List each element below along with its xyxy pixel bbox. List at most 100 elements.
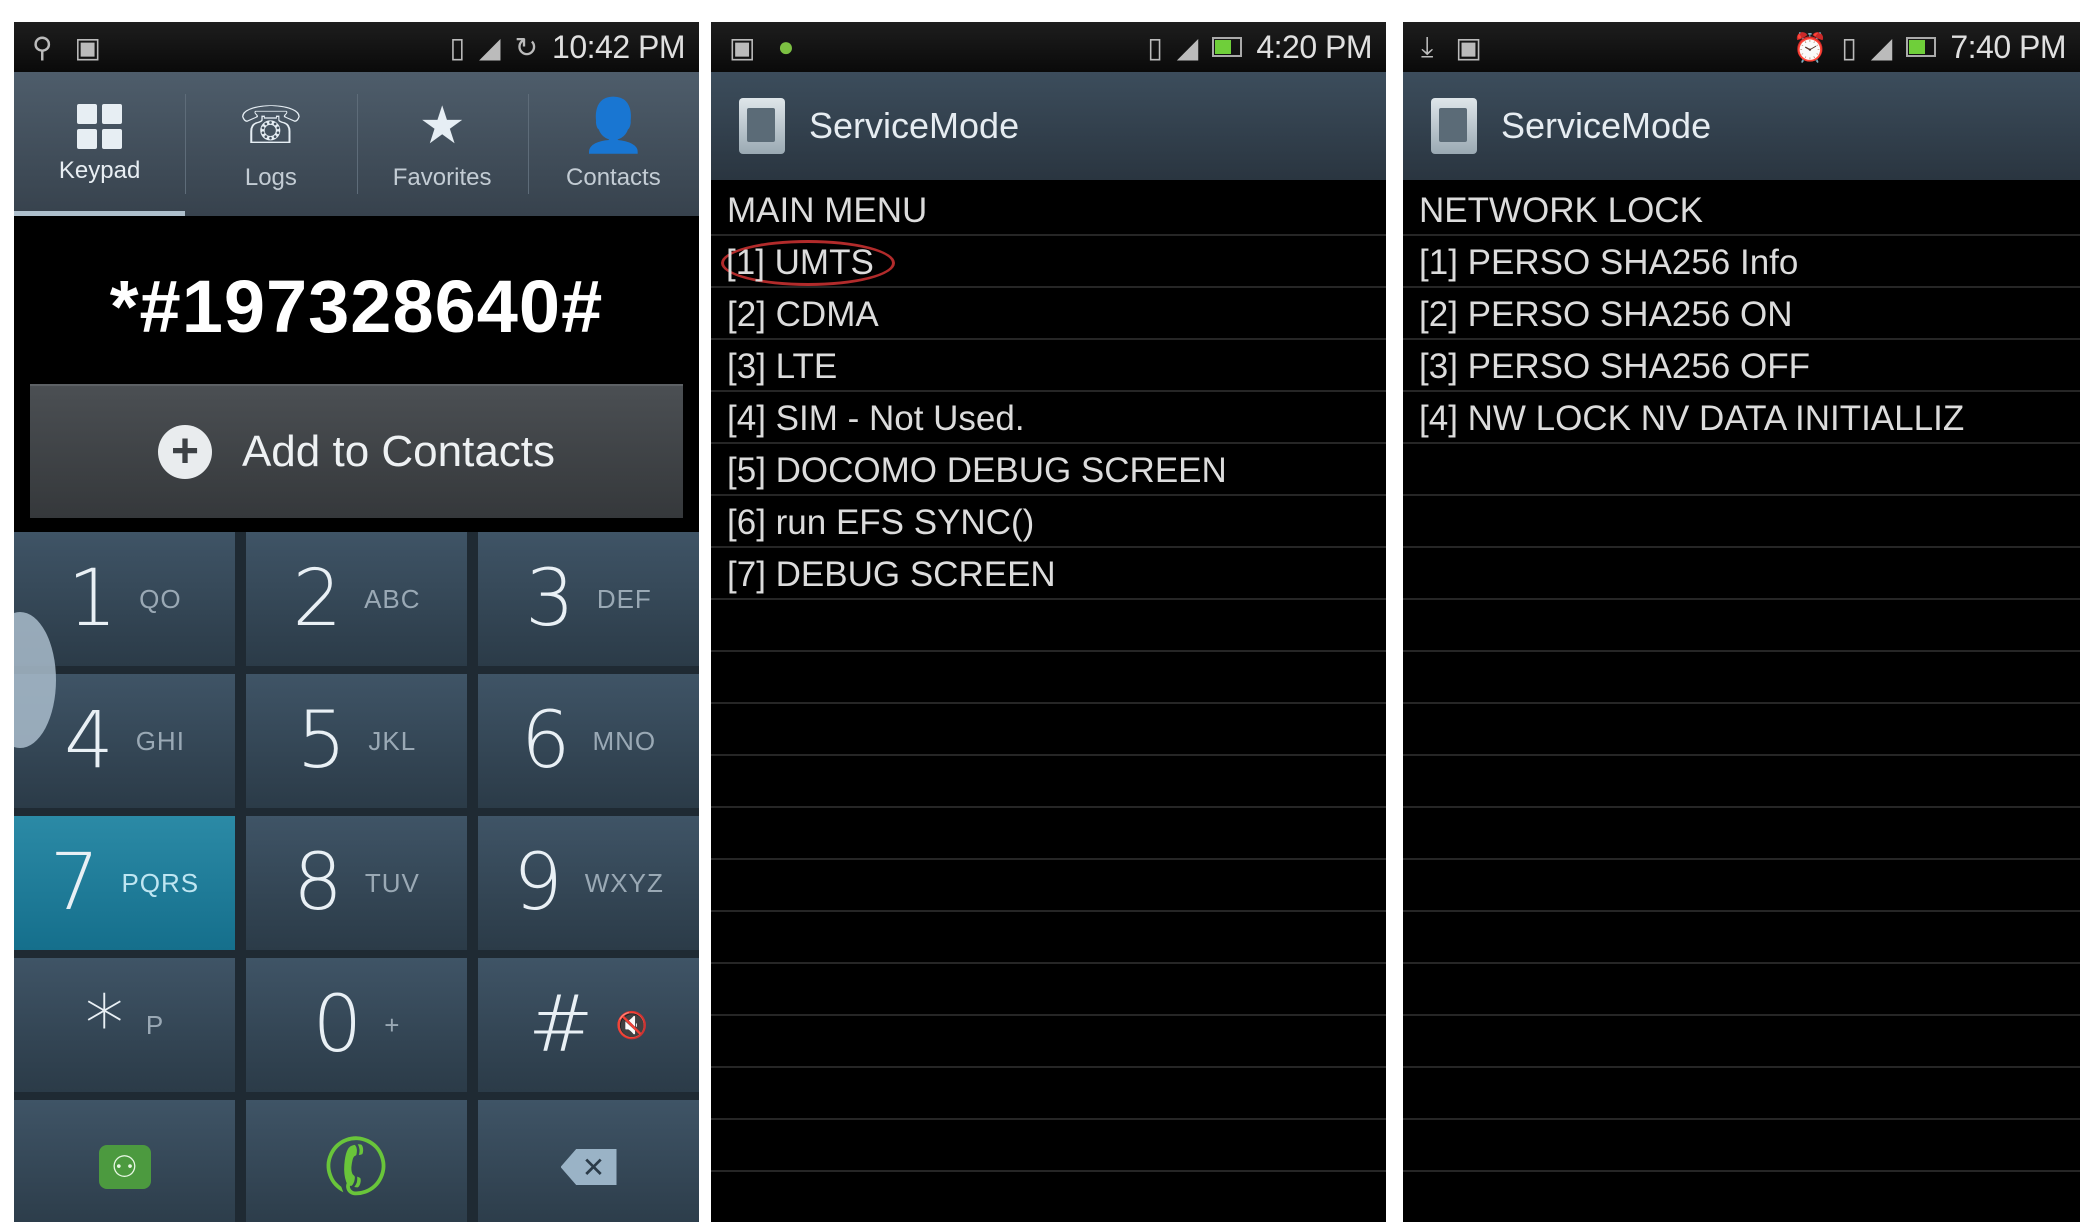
empty-row: [1403, 756, 2080, 808]
menu-item-perso-on[interactable]: [2] PERSO SHA256 ON: [1403, 288, 2080, 340]
vibrate-icon: ▯: [449, 31, 466, 63]
menu-item-lte[interactable]: [3] LTE: [711, 340, 1386, 392]
menu-header: MAIN MENU: [711, 184, 1386, 236]
vibrate-icon: ▯: [1147, 31, 1163, 63]
empty-row: [711, 912, 1386, 964]
battery-icon: [1212, 37, 1243, 57]
key-digit: #: [528, 980, 594, 1070]
empty-row: [1403, 652, 2080, 704]
service-mode-app-icon: [1431, 98, 1477, 154]
menu-item-umts[interactable]: [1] UMTS: [711, 236, 1386, 288]
menu-item-perso-info[interactable]: [1] PERSO SHA256 Info: [1403, 236, 2080, 288]
signal-icon: ◢: [479, 31, 501, 63]
person-icon: 👤: [581, 97, 646, 155]
status-time: 7:40 PM: [1950, 28, 2066, 65]
key-digit: 8: [293, 838, 343, 928]
menu-list: NETWORK LOCK [1] PERSO SHA256 Info [2] P…: [1403, 184, 2080, 1222]
empty-row: [1403, 808, 2080, 860]
key-digit: 4: [64, 696, 114, 786]
signal-icon: ◢: [1176, 31, 1199, 63]
empty-row: [1403, 548, 2080, 600]
key-letters: DEF: [596, 583, 652, 614]
empty-row: [711, 756, 1386, 808]
key-digit: *: [84, 980, 124, 1070]
empty-row: [711, 808, 1386, 860]
key-hash[interactable]: # 🔇: [478, 958, 699, 1092]
tab-logs[interactable]: ☏ Logs: [185, 72, 356, 216]
download-icon: ⤓: [1421, 30, 1434, 62]
key-3[interactable]: 3 DEF: [478, 532, 699, 666]
menu-item-sim[interactable]: [4] SIM - Not Used.: [711, 392, 1386, 444]
menu-item-docomo-debug[interactable]: [5] DOCOMO DEBUG SCREEN: [711, 444, 1386, 496]
menu-item-cdma[interactable]: [2] CDMA: [711, 288, 1386, 340]
backspace-icon: ✕: [560, 1149, 617, 1185]
key-digit: 7: [49, 838, 100, 928]
vibrate-icon: ▯: [1841, 31, 1857, 63]
menu-item-debug-screen[interactable]: [7] DEBUG SCREEN: [711, 548, 1386, 600]
tab-label: Contacts: [566, 164, 661, 191]
dialed-number[interactable]: *#197328640#: [14, 216, 699, 396]
key-letters: PQRS: [121, 867, 200, 898]
dialer-screen: ⚲ ▣ ▯ ◢ ↻ 10:42 PM Keypad ☏ Logs ★ Favor…: [14, 22, 699, 1222]
star-icon: ★: [418, 97, 466, 155]
alarm-icon: ⏰: [1792, 31, 1828, 63]
key-digit: 1: [67, 554, 118, 644]
image-icon: ▣: [729, 31, 756, 63]
app-title: ServiceMode: [1501, 105, 1712, 146]
empty-row: [1403, 600, 2080, 652]
key-letters: TUV: [364, 867, 420, 898]
empty-row: [1403, 964, 2080, 1016]
battery-icon: [1906, 37, 1937, 57]
key-0[interactable]: 0 +: [246, 958, 467, 1092]
status-bar: ⤓ ▣ ⏰ ▯ ◢ 7:40 PM: [1403, 22, 2080, 72]
empty-row: [711, 704, 1386, 756]
tab-contacts[interactable]: 👤 Contacts: [527, 72, 699, 216]
sync-icon: ↻: [514, 31, 539, 63]
voicemail-icon: ⚇: [98, 1145, 151, 1189]
tab-label: Keypad: [58, 156, 141, 184]
key-digit: 5: [296, 696, 347, 786]
key-digit: 9: [513, 838, 563, 928]
empty-row: [711, 860, 1386, 912]
key-7[interactable]: 7 PQRS: [14, 816, 235, 950]
empty-row: [1403, 496, 2080, 548]
mute-icon: 🔇: [615, 1009, 649, 1040]
app-title-bar: ServiceMode: [1403, 72, 2080, 180]
app-title-bar: ServiceMode: [711, 72, 1386, 180]
status-time: 10:42 PM: [552, 28, 685, 65]
key-6[interactable]: 6 MNO: [478, 674, 699, 808]
empty-row: [1403, 1120, 2080, 1172]
menu-item-perso-off[interactable]: [3] PERSO SHA256 OFF: [1403, 340, 2080, 392]
empty-row: [1403, 444, 2080, 496]
empty-row: [1403, 704, 2080, 756]
key-5[interactable]: 5 JKL: [246, 674, 467, 808]
key-8[interactable]: 8 TUV: [246, 816, 467, 950]
tab-favorites[interactable]: ★ Favorites: [356, 72, 528, 216]
key-letters: GHI: [135, 725, 185, 756]
key-star[interactable]: * P: [14, 958, 235, 1092]
circled-menu-item-label: [1] UMTS: [721, 240, 895, 286]
empty-row: [1403, 1068, 2080, 1120]
keypad-icon: [77, 103, 123, 149]
voicemail-button[interactable]: ⚇: [14, 1100, 235, 1222]
backspace-button[interactable]: ✕: [478, 1100, 699, 1222]
dial-keypad: 1 QO 2 ABC 3 DEF 4 GHI 5 JKL 6 MNO 7 PQRS 8 TUV …: [14, 532, 699, 1222]
key-2[interactable]: 2 ABC: [246, 532, 467, 666]
key-letters: JKL: [368, 725, 417, 756]
key-letters: +: [384, 1009, 401, 1040]
menu-header: NETWORK LOCK: [1403, 184, 2080, 236]
key-digit: 0: [312, 980, 363, 1070]
call-button[interactable]: ✆: [246, 1100, 467, 1222]
plus-icon: +: [157, 425, 212, 479]
status-bar: ⚲ ▣ ▯ ◢ ↻ 10:42 PM: [14, 22, 699, 72]
empty-row: [1403, 860, 2080, 912]
add-to-contacts-button[interactable]: + Add to Contacts: [30, 384, 683, 518]
menu-item-efs-sync[interactable]: [6] run EFS SYNC(): [711, 496, 1386, 548]
logs-icon: ☏: [238, 97, 304, 155]
key-9[interactable]: 9 WXYZ: [478, 816, 699, 950]
empty-row: [1403, 912, 2080, 964]
service-mode-network-lock-screen: ⤓ ▣ ⏰ ▯ ◢ 7:40 PM ServiceMode NETWORK LO…: [1403, 22, 2080, 1222]
tab-keypad[interactable]: Keypad: [14, 72, 186, 216]
menu-item-nw-lock-init[interactable]: [4] NW LOCK NV DATA INITIALLIZ: [1403, 392, 2080, 444]
key-letters: QO: [139, 583, 182, 614]
